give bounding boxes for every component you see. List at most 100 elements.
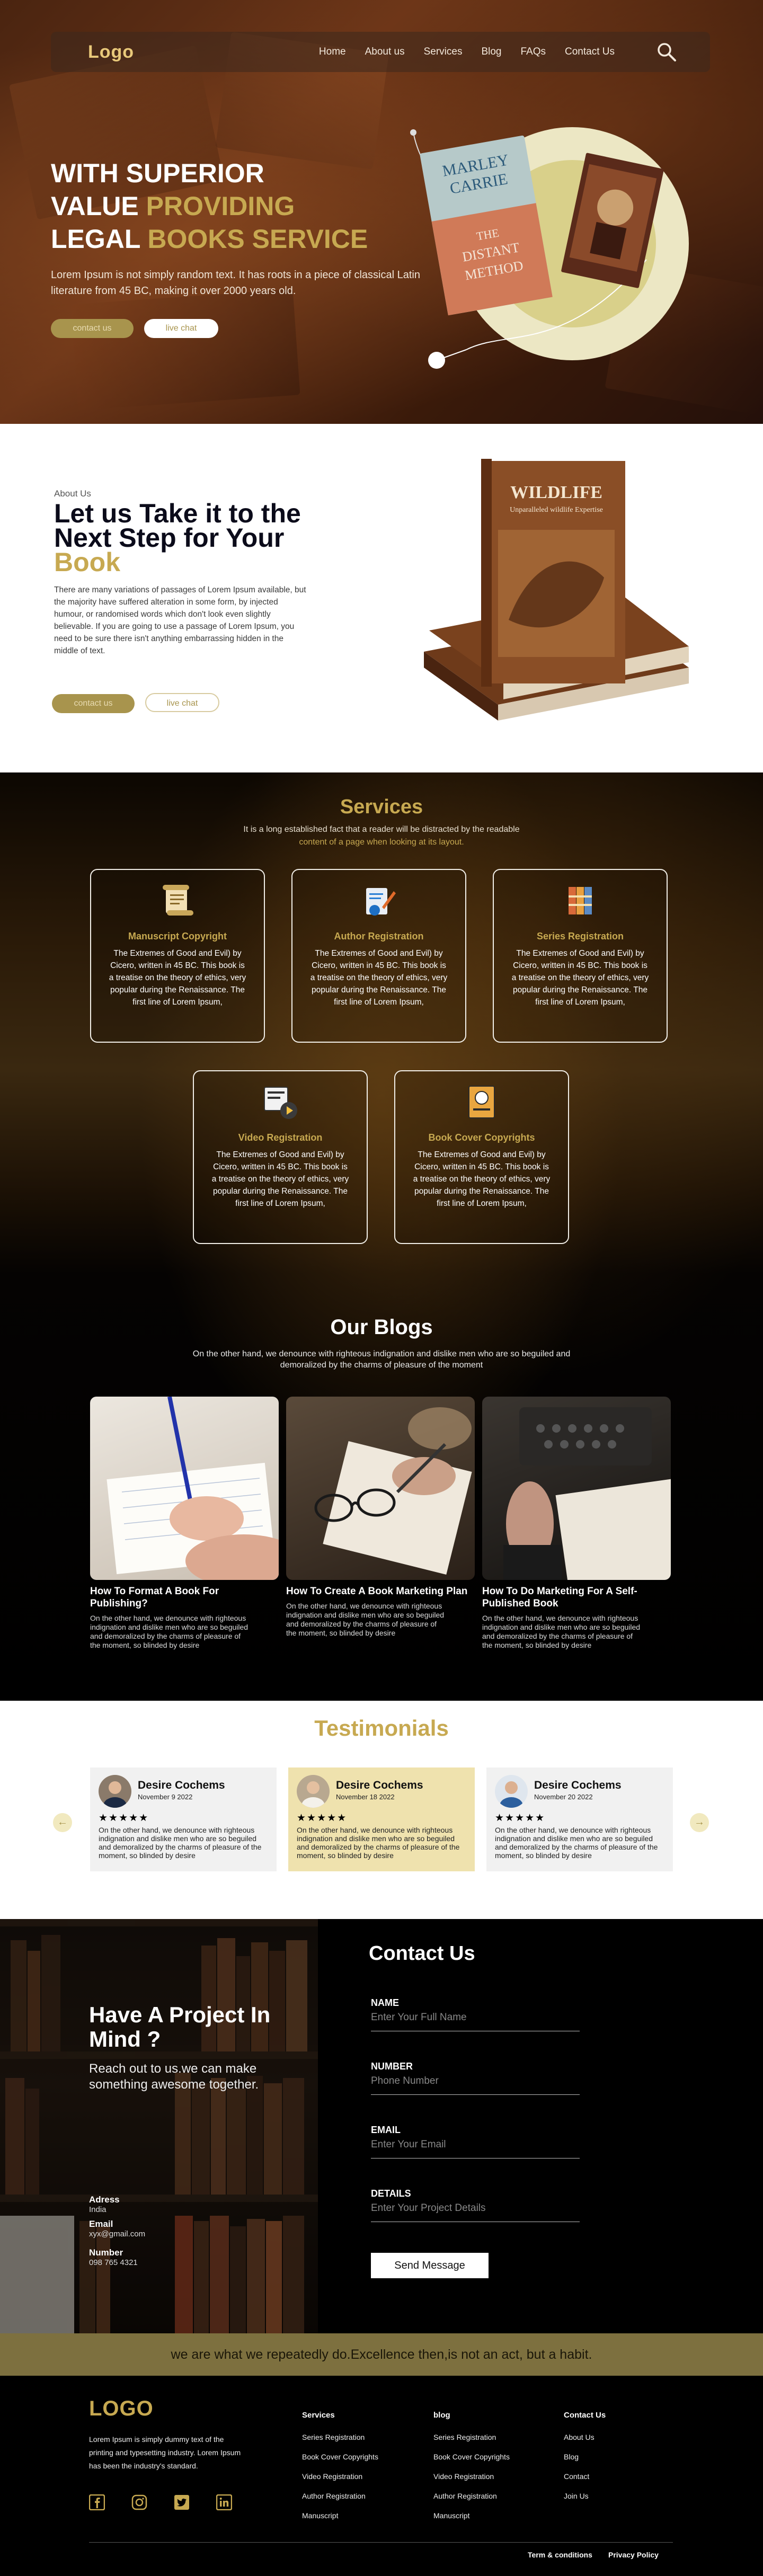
blog-image-writing [90, 1397, 279, 1580]
contact-us-button[interactable]: contact us [52, 694, 135, 713]
footer-link[interactable]: Series Registration [433, 2431, 510, 2443]
service-card-book-cover[interactable]: Book Cover Copyrights The Extremes of Go… [394, 1070, 569, 1244]
service-card-title: Author Registration [334, 931, 424, 941]
email-value[interactable]: xyx@gmail.com [89, 2229, 145, 2239]
footer-link[interactable]: Author Registration [302, 2490, 378, 2502]
service-card-author[interactable]: Author Registration The Extremes of Good… [291, 869, 466, 1043]
email-label: Email [89, 2219, 113, 2229]
footer-link[interactable]: Blog [564, 2451, 606, 2463]
review-date: November 18 2022 [336, 1793, 395, 1801]
reviewer-name: Desire Cochems [336, 1779, 423, 1791]
live-chat-button[interactable]: live chat [145, 693, 219, 712]
footer-link[interactable]: Contact [564, 2471, 606, 2482]
live-chat-button[interactable]: live chat [144, 319, 218, 338]
reviewer-name: Desire Cochems [138, 1779, 225, 1791]
about-section: About Us Let us Take it to the Next Step… [0, 424, 763, 772]
footer-link[interactable]: Manuscript [433, 2510, 510, 2521]
services-blogs-section: Services It is a long established fact t… [0, 772, 763, 1701]
testimonial-card: Desire Cochems November 9 2022 ★★★★★ On … [90, 1767, 277, 1871]
nav-item-faqs[interactable]: FAQs [521, 46, 546, 58]
star-rating: ★★★★★ [297, 1813, 348, 1824]
phone-input[interactable] [371, 2072, 580, 2095]
service-card-series[interactable]: Series Registration The Extremes of Good… [493, 869, 668, 1043]
footer-link[interactable]: Author Registration [433, 2490, 510, 2502]
star-rating: ★★★★★ [99, 1813, 149, 1824]
about-description: There are many variations of passages of… [54, 585, 306, 655]
number-field: NUMBER [371, 2061, 580, 2095]
services-desc-highlight: content of a page when looking at its la… [299, 838, 464, 847]
details-label: DETAILS [371, 2188, 411, 2199]
search-icon[interactable] [656, 41, 677, 63]
facebook-icon[interactable] [89, 2494, 105, 2510]
footer-link[interactable]: Join Us [564, 2490, 606, 2502]
linkedin-icon[interactable] [216, 2494, 232, 2510]
service-card-text: The Extremes of Good and Evil) by Cicero… [310, 949, 448, 1007]
send-message-button[interactable]: Send Message [371, 2253, 489, 2278]
nav-item-contact[interactable]: Contact Us [565, 46, 615, 58]
details-field: DETAILS [371, 2188, 580, 2222]
service-card-video[interactable]: Video Registration The Extremes of Good … [193, 1070, 368, 1244]
service-card-title: Book Cover Copyrights [428, 1132, 535, 1143]
avatar [297, 1775, 330, 1808]
footer-column-heading: Services [302, 2411, 335, 2420]
number-info: Number 098 765 4321 [89, 2248, 138, 2267]
next-arrow-button[interactable]: → [690, 1813, 709, 1832]
footer-link[interactable]: Series Registration [302, 2431, 378, 2443]
blog-card[interactable]: How To Do Marketing For A Self-Published… [482, 1397, 671, 1650]
nav-item-home[interactable]: Home [319, 46, 346, 58]
wildlife-book-title: WILDLIFE [510, 483, 602, 502]
email-field: EMAIL [371, 2125, 580, 2158]
blog-title: How To Format A Book For Publishing? [90, 1586, 219, 1609]
bookshelf-image [0, 1919, 318, 2333]
blog-title: How To Create A Book Marketing Plan [286, 1586, 468, 1597]
twitter-icon[interactable] [174, 2494, 190, 2510]
contact-us-button[interactable]: contact us [51, 319, 134, 338]
footer-logo[interactable]: LOGO [89, 2397, 154, 2421]
footer-column-heading: blog [433, 2411, 450, 2420]
blog-title: How To Do Marketing For A Self-Published… [482, 1586, 637, 1609]
nav-item-about[interactable]: About us [365, 46, 405, 58]
service-card-title: Video Registration [238, 1132, 323, 1143]
blog-card[interactable]: How To Format A Book For Publishing? On … [90, 1397, 279, 1650]
service-card-manuscript[interactable]: Manuscript Copyright The Extremes of Goo… [90, 869, 265, 1043]
blog-card[interactable]: How To Create A Book Marketing Plan On t… [286, 1397, 475, 1638]
avatar [99, 1775, 131, 1808]
address-value: India [89, 2205, 107, 2214]
testimonials-section: Testimonials ← → Desire Cochems November… [0, 1701, 763, 1919]
footer-link[interactable]: Book Cover Copyrights [433, 2451, 510, 2463]
number-label: NUMBER [371, 2061, 413, 2072]
email-input[interactable] [371, 2136, 580, 2158]
footer-services-column: Services Series Registration Book Cover … [302, 2411, 378, 2529]
footer-link[interactable]: Video Registration [302, 2471, 378, 2482]
details-input[interactable] [371, 2199, 580, 2222]
footer: LOGO Lorem Ipsum is simply dummy text of… [0, 2376, 763, 2576]
footer-link[interactable]: Book Cover Copyrights [302, 2451, 378, 2463]
review-text: On the other hand, we denounce with righ… [297, 1826, 460, 1860]
footer-link[interactable]: Video Registration [433, 2471, 510, 2482]
services-description: It is a long established fact that a rea… [0, 823, 763, 849]
footer-contact-column: Contact Us About Us Blog Contact Join Us [564, 2411, 606, 2510]
hero-content: WITH SUPERIOR VALUE PROVIDING LEGAL BOOK… [51, 157, 432, 338]
about-title-text: Let us Take it to the Next Step for Your [54, 499, 301, 553]
prev-arrow-button[interactable]: ← [53, 1813, 72, 1832]
instagram-icon[interactable] [131, 2494, 147, 2510]
site-logo[interactable]: Logo [88, 42, 134, 63]
nav-item-services[interactable]: Services [424, 46, 463, 58]
number-value[interactable]: 098 765 4321 [89, 2258, 138, 2267]
about-title: Let us Take it to the Next Step for Your… [54, 499, 351, 575]
footer-blog-column: blog Series Registration Book Cover Copy… [433, 2411, 510, 2529]
contact-section: Have A Project In Mind ? Reach out to us… [0, 1919, 763, 2333]
terms-link[interactable]: Term & conditions [528, 2551, 592, 2559]
name-input[interactable] [371, 2009, 580, 2031]
footer-link[interactable]: Manuscript [302, 2510, 378, 2521]
book-cover-copyright-icon [468, 1086, 495, 1118]
services-desc-line: It is a long established fact that a rea… [243, 825, 520, 834]
blog-image-typewriter [482, 1397, 671, 1580]
footer-link[interactable]: About Us [564, 2431, 606, 2443]
hero-description: Lorem Ipsum is not simply random text. I… [51, 269, 420, 297]
testimonials-title: Testimonials [314, 1716, 449, 1740]
service-card-text: The Extremes of Good and Evil) by Cicero… [511, 949, 649, 1007]
nav-item-blog[interactable]: Blog [481, 46, 501, 58]
privacy-link[interactable]: Privacy Policy [608, 2551, 659, 2559]
testimonial-card: Desire Cochems November 18 2022 ★★★★★ On… [288, 1767, 475, 1871]
